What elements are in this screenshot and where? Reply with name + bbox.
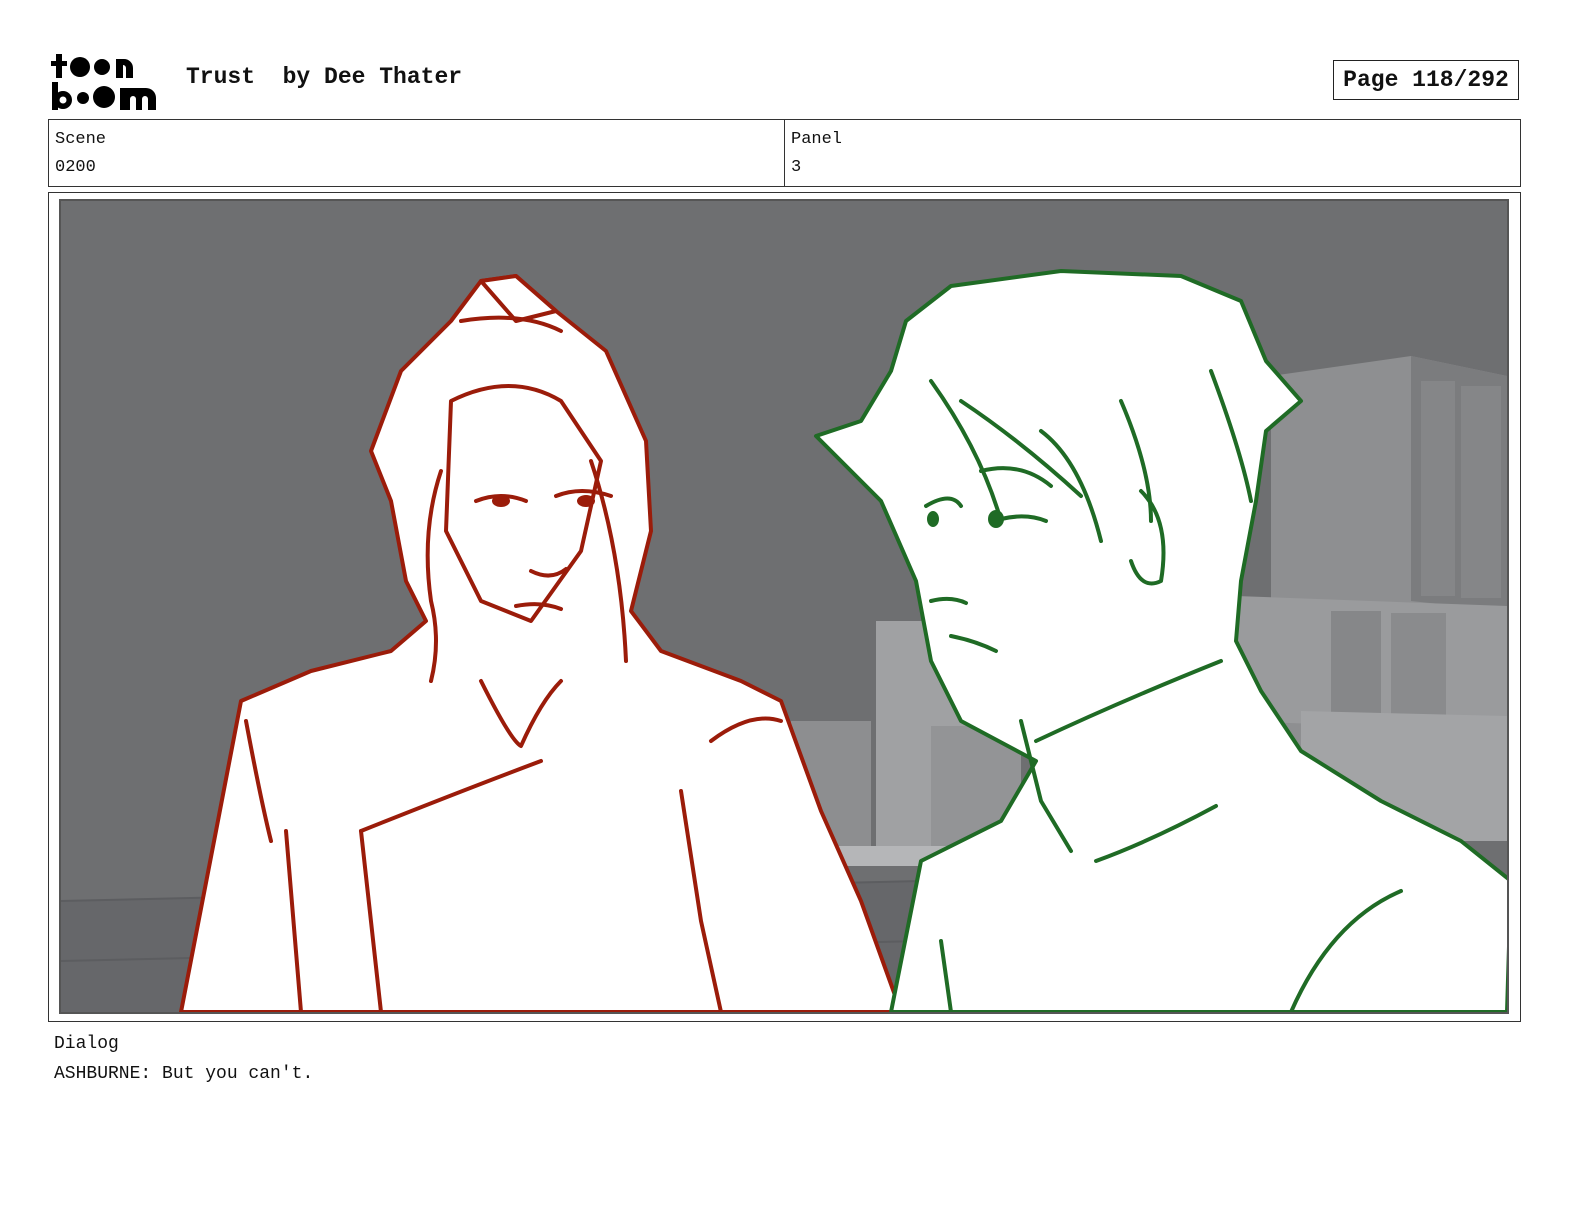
scene-value: 0200 <box>55 158 96 177</box>
dialog-label: Dialog <box>54 1034 119 1054</box>
toonboom-logo <box>50 50 162 112</box>
storyboard-panel-image <box>59 199 1509 1014</box>
dialog-text: ASHBURNE: But you can't. <box>54 1064 314 1084</box>
panel-label: Panel <box>791 130 843 149</box>
scene-cell: Scene 0200 <box>49 120 784 186</box>
page-indicator: Page 118/292 <box>1333 60 1519 100</box>
panel-value: 3 <box>791 158 802 177</box>
scene-label: Scene <box>55 130 107 149</box>
panel-cell: Panel 3 <box>784 120 1520 186</box>
storyboard-title: Trust by Dee Thater <box>186 64 463 90</box>
scene-panel-info: Scene 0200 Panel 3 <box>48 119 1521 187</box>
